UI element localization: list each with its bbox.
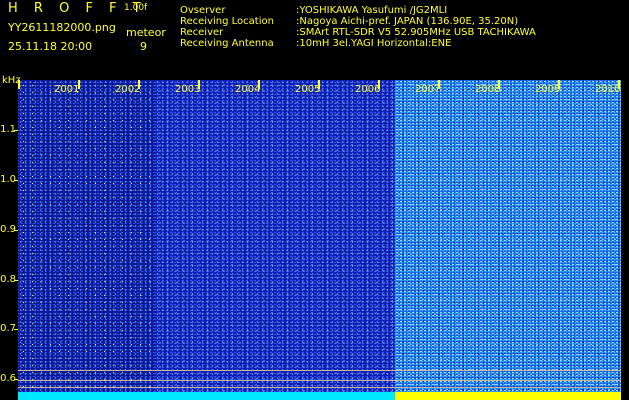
meteor-count: 9 — [140, 40, 147, 53]
spectrogram-segment — [395, 80, 621, 400]
info-key: Receiver — [180, 27, 224, 38]
reference-line — [18, 380, 621, 381]
station-info: Ovserver :YOSHIKAWA Yasufumi /JG2MLI Rec… — [180, 5, 536, 49]
info-key: Receiving Antenna — [180, 38, 274, 49]
info-value: :Nagoya Aichi-pref. JAPAN (136.90E, 35.2… — [296, 16, 519, 27]
time-label: 2006 — [355, 84, 381, 95]
info-row-antenna: Receiving Antenna :10mH 3el.YAGI Horizon… — [180, 38, 536, 49]
app-version: 1.00f — [124, 3, 148, 13]
info-key: Receiving Location — [180, 16, 274, 27]
time-label: 2002 — [115, 84, 141, 95]
time-label: 2010 — [595, 84, 621, 95]
info-value: :SMArt RTL-SDR V5 52.905MHz USB TACHIKAW… — [296, 27, 536, 38]
reference-line — [18, 370, 621, 371]
meteor-label: meteor — [126, 26, 166, 39]
info-row-receiver: Receiver :SMArt RTL-SDR V5 52.905MHz USB… — [180, 27, 536, 38]
info-row-location: Receiving Location :Nagoya Aichi-pref. J… — [180, 16, 536, 27]
signal-bar-left — [18, 392, 395, 400]
spectrogram-screen: H R O F F T 1.00f YY2611182000.png 25.11… — [0, 0, 629, 400]
time-label: 2009 — [535, 84, 561, 95]
file-name: YY2611182000.png — [8, 21, 116, 34]
info-key: Ovserver — [180, 5, 226, 16]
time-label: 2007 — [415, 84, 441, 95]
time-label: 2001 — [54, 84, 80, 95]
spectrogram-segment — [18, 80, 155, 400]
spectrogram-plot: 2001 2002 2003 2004 2005 2006 2007 2008 … — [18, 80, 621, 400]
info-value: :YOSHIKAWA Yasufumi /JG2MLI — [296, 5, 448, 16]
date-time: 25.11.18 20:00 — [8, 40, 93, 53]
reference-line — [18, 387, 621, 388]
info-row-observer: Ovserver :YOSHIKAWA Yasufumi /JG2MLI — [180, 5, 536, 16]
signal-bar-right — [395, 392, 621, 400]
time-label: 2004 — [235, 84, 261, 95]
info-value: :10mH 3el.YAGI Horizontal:ENE — [296, 38, 452, 49]
time-label: 2005 — [295, 84, 321, 95]
minute-marker — [18, 80, 20, 89]
time-label: 2008 — [475, 84, 501, 95]
spectrogram-segment — [155, 80, 395, 400]
time-label: 2003 — [175, 84, 201, 95]
